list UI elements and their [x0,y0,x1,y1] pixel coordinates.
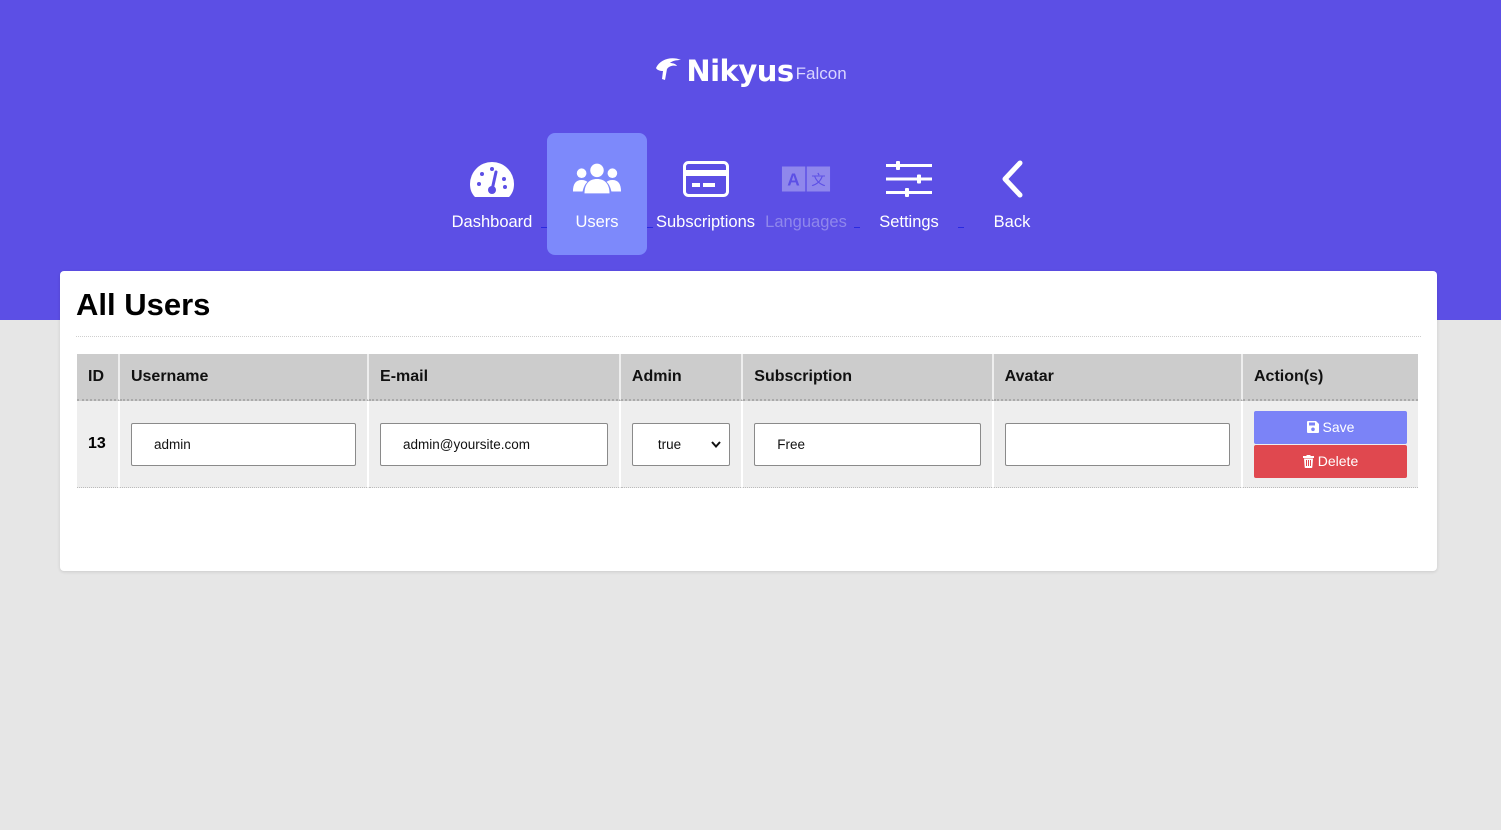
column-header-subscription: Subscription [743,354,994,401]
username-value: admin [153,436,191,452]
language-icon: A 文 [781,158,831,200]
delete-button[interactable]: Delete [1254,444,1407,478]
svg-text:文: 文 [811,172,825,189]
chevron-down-icon [711,441,722,449]
nav-item-subscriptions[interactable]: Subscriptions [653,133,758,255]
column-header-actions: Action(s) [1243,354,1418,401]
sliders-icon [884,158,934,200]
admin-select[interactable]: true [631,422,731,466]
column-header-admin: Admin [620,354,744,401]
email-cell: admin@yoursite.com [369,401,621,488]
nav-label: Dashboard [451,213,533,231]
save-button[interactable]: Save [1254,410,1407,444]
nav-item-back[interactable]: Back [964,133,1060,255]
table-header-row: ID Username E-mail Admin Subscription Av… [77,354,1418,401]
column-header-id: ID [77,354,120,401]
title-divider [76,336,1421,337]
avatar-cell [993,401,1243,488]
main-nav: Dashboard Users Subscriptions A 文 Langua… [443,133,1060,255]
email-value: admin@yoursite.com [403,436,531,452]
column-header-avatar: Avatar [993,354,1243,401]
avatar-input[interactable] [1004,422,1230,466]
svg-text:A: A [787,170,800,190]
nav-label: Back [993,213,1031,231]
email-input[interactable]: admin@yoursite.com [380,422,608,466]
nav-label: Settings [879,213,939,231]
nav-label: Subscriptions [655,213,756,231]
chevron-left-icon [987,158,1037,200]
nav-item-users[interactable]: Users [547,133,647,255]
nav-item-settings[interactable]: Settings [860,133,958,255]
brand-name: Nikyus [686,54,794,88]
falcon-icon [656,58,682,80]
nav-item-languages[interactable]: A 文 Languages [758,133,854,255]
subscription-cell: Free [743,401,994,488]
brand-sub: Falcon [795,64,847,83]
table-row: 13 admin admin@yoursite.com true Free Sa… [77,401,1418,488]
actions-cell: Save Delete [1243,401,1418,488]
users-icon [572,158,622,200]
column-header-username: Username [119,354,370,401]
nav-label: Languages [765,213,847,231]
user-id: 13 [77,401,120,488]
nav-label: Users [575,213,619,231]
floppy-disk-icon [1306,421,1319,433]
admin-value: true [657,436,682,452]
subscription-value: Free [777,436,806,452]
trash-icon [1302,454,1314,468]
dashboard-gauge-icon [467,158,517,200]
subscription-input[interactable]: Free [754,422,981,466]
nav-item-dashboard[interactable]: Dashboard [443,133,541,255]
save-label: Save [1322,419,1355,435]
admin-cell: true [620,401,744,488]
brand-logo[interactable]: Nikyus Falcon [0,54,1501,88]
users-table: ID Username E-mail Admin Subscription Av… [77,354,1418,488]
username-input[interactable]: admin [130,422,357,466]
page-title: All Users [76,287,211,322]
column-header-email: E-mail [369,354,621,401]
username-cell: admin [119,401,370,488]
credit-card-icon [681,158,731,200]
users-card: All Users ID Username E-mail Admin Subsc… [60,271,1437,571]
delete-label: Delete [1317,453,1359,469]
